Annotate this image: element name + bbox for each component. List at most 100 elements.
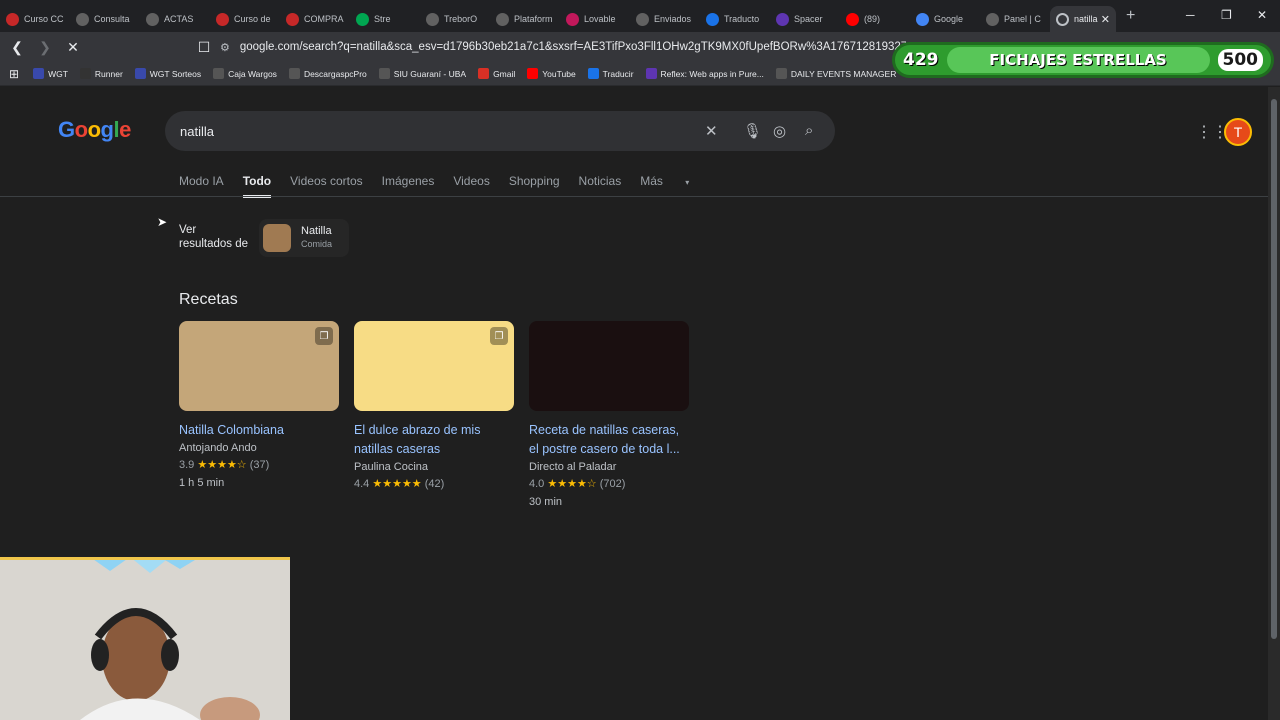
browser-tab[interactable]: Lovable — [560, 6, 630, 32]
tab-favicon-icon — [356, 12, 369, 26]
microphone-icon[interactable]: 🎙 — [743, 122, 762, 140]
recipe-image[interactable]: ❐ — [179, 321, 339, 411]
tab-favicon-icon — [146, 12, 159, 26]
browser-tab-active[interactable]: natilla ✕ — [1050, 6, 1116, 32]
entity-name: Natilla — [301, 225, 332, 237]
bookmark-item[interactable]: Caja Wargos — [213, 68, 277, 79]
apps-grid-icon[interactable]: ⊞ — [9, 67, 19, 81]
new-tab-button[interactable]: + — [1126, 7, 1135, 25]
browser-tab[interactable]: Panel | C — [980, 6, 1050, 32]
recipe-rating: 4.0 ★★★★☆ (702) — [529, 478, 626, 490]
entity-thumbnail — [263, 224, 291, 252]
search-icon[interactable]: ⌕ — [805, 122, 813, 139]
site-settings-icon[interactable]: ⚙ — [220, 41, 230, 54]
lens-icon[interactable]: ◎ — [773, 122, 786, 140]
browser-tab[interactable]: ACTAS — [140, 6, 210, 32]
maximize-icon[interactable]: ❐ — [1221, 8, 1232, 22]
tab-favicon-icon — [846, 12, 859, 26]
entity-chip[interactable]: Natilla Comida — [259, 219, 349, 257]
recipe-rating: 4.4 ★★★★★ (42) — [354, 478, 445, 490]
address-bar[interactable]: ⚙ google.com/search?q=natilla&sca_esv=d1… — [186, 37, 906, 57]
forward-icon[interactable]: ❯ — [34, 39, 56, 56]
browser-tab[interactable]: Traducto — [700, 6, 770, 32]
webcam-person-image — [0, 557, 290, 720]
browser-tab[interactable]: Consulta — [70, 6, 140, 32]
tab-bar: Curso CC Consulta ACTAS Curso de COMPRA … — [0, 0, 1280, 32]
close-window-icon[interactable]: ✕ — [1257, 8, 1267, 22]
bookmark-item[interactable]: Gmail — [478, 68, 515, 79]
google-logo[interactable]: Google — [58, 117, 131, 143]
webcam-overlay — [0, 557, 290, 720]
recipe-rating: 3.9 ★★★★☆ (37) — [179, 459, 270, 471]
browser-tab[interactable]: TreborO — [420, 6, 490, 32]
overlay-count-right: 500 — [1217, 49, 1263, 71]
bookmark-item[interactable]: Runner — [79, 68, 123, 79]
bookmark-icon[interactable]: ❐ — [315, 327, 333, 345]
recipe-card[interactable]: Receta de natillas caseras, el postre ca… — [529, 321, 689, 508]
tab-favicon-icon — [636, 12, 649, 26]
tab-videos[interactable]: Videos — [453, 174, 489, 198]
recipe-time: 30 min — [529, 496, 563, 508]
recipe-card[interactable]: ❐ Natilla Colombiana Antojando Ando 3.9 … — [179, 321, 339, 489]
search-input[interactable] — [180, 123, 700, 139]
tab-modo-ia[interactable]: Modo IA — [179, 174, 224, 198]
bookmark-item[interactable]: WGT Sorteos — [134, 68, 201, 79]
recipe-source: Directo al Paladar — [529, 461, 617, 473]
browser-tab[interactable]: Enviados — [630, 6, 700, 32]
tab-mas[interactable]: Más ▾ — [640, 174, 708, 198]
clear-icon[interactable]: ✕ — [705, 122, 718, 140]
star-rating-icon: ★★★★☆ — [197, 459, 247, 471]
recipe-image[interactable]: ❐ — [354, 321, 514, 411]
back-icon[interactable]: ❮ — [6, 39, 28, 56]
scrollbar-thumb[interactable] — [1271, 99, 1277, 639]
browser-tab[interactable]: Curso CC — [0, 6, 70, 32]
bookmark-item[interactable]: DAILY EVENTS MANAGER — [775, 68, 896, 79]
stop-loading-icon[interactable]: ✕ — [62, 39, 84, 56]
search-box[interactable]: ✕ 🎙 ◎ ⌕ — [165, 111, 835, 151]
browser-tab[interactable]: Stre — [350, 6, 420, 32]
minimize-icon[interactable]: ─ — [1186, 8, 1195, 22]
scrollbar[interactable] — [1268, 87, 1280, 720]
recipe-card[interactable]: ❐ El dulce abrazo de mis natillas casera… — [354, 321, 514, 490]
tab-videos-cortos[interactable]: Videos cortos — [290, 174, 363, 198]
search-tabs: Modo IA Todo Videos cortos Imágenes Vide… — [179, 174, 727, 198]
tab-favicon-icon — [496, 12, 509, 26]
bookmark-favicon-icon — [587, 68, 599, 79]
recipe-title[interactable]: Receta de natillas caseras, el postre ca… — [529, 421, 689, 459]
browser-tab[interactable]: Plataform — [490, 6, 560, 32]
bookmark-item[interactable]: Reflex: Web apps in Pure... — [645, 68, 764, 79]
loading-icon — [1056, 12, 1069, 26]
bookmark-item[interactable]: SIU Guaraní - UBA — [378, 68, 466, 79]
entity-type: Comida — [301, 239, 333, 249]
tab-shopping[interactable]: Shopping — [509, 174, 560, 198]
bookmark-favicon-icon — [33, 68, 45, 79]
tab-favicon-icon — [6, 12, 19, 26]
recipe-image[interactable] — [529, 321, 689, 411]
bookmark-item[interactable]: YouTube — [527, 68, 576, 79]
browser-tab[interactable]: Curso de — [210, 6, 280, 32]
browser-tab[interactable]: COMPRA — [280, 6, 350, 32]
close-tab-icon[interactable]: ✕ — [1101, 13, 1110, 26]
bookmark-item[interactable]: Traducir — [587, 68, 634, 79]
bookmark-favicon-icon — [527, 68, 539, 79]
recipe-title[interactable]: El dulce abrazo de mis natillas caseras — [354, 421, 514, 459]
tab-favicon-icon — [916, 12, 929, 26]
tab-todo[interactable]: Todo — [242, 174, 272, 198]
browser-tab[interactable]: (89) — [840, 6, 910, 32]
bookmark-icon[interactable]: ❐ — [490, 327, 508, 345]
tab-noticias[interactable]: Noticias — [579, 174, 622, 198]
avatar[interactable]: T — [1224, 118, 1252, 146]
bookmark-item[interactable]: WGT — [33, 68, 68, 79]
browser-tab[interactable]: Spacer — [770, 6, 840, 32]
tab-favicon-icon — [986, 12, 999, 26]
star-rating-icon: ★★★★☆ — [547, 478, 597, 490]
recipe-title[interactable]: Natilla Colombiana — [179, 421, 339, 440]
browser-tab[interactable]: Google — [910, 6, 980, 32]
stream-overlay-banner: 429 FICHAJES ESTRELLAS 500 — [892, 42, 1274, 78]
url-text: google.com/search?q=natilla&sca_esv=d179… — [239, 41, 906, 53]
bookmark-item[interactable]: DescargaspcPro — [288, 68, 367, 79]
tab-favicon-icon — [776, 12, 789, 26]
bookmark-favicon-icon — [213, 68, 225, 79]
tab-imagenes[interactable]: Imágenes — [382, 174, 435, 198]
tab-favicon-icon — [216, 12, 229, 26]
